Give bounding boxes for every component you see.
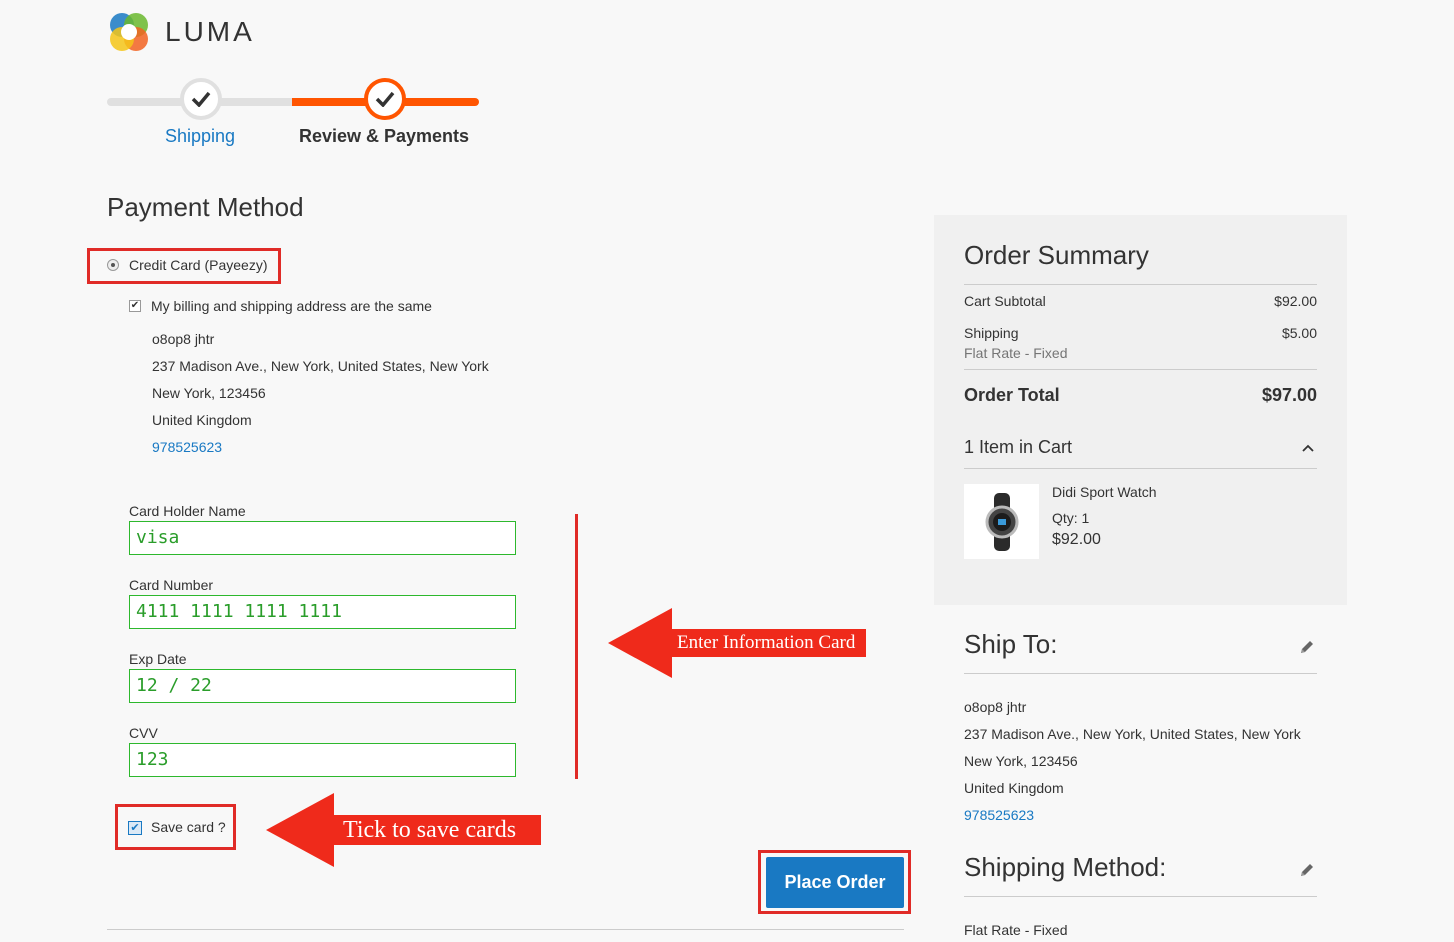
shipping-method-sub: Flat Rate - Fixed xyxy=(964,345,1068,361)
step-review-marker xyxy=(364,78,406,120)
divider xyxy=(964,284,1317,285)
order-total-value: $97.00 xyxy=(1261,385,1317,405)
chevron-up-icon xyxy=(1302,444,1314,452)
billing-phone-link[interactable]: 978525623 xyxy=(152,439,222,455)
billing-street: 237 Madison Ave., New York, United State… xyxy=(152,358,489,374)
ship-to-country: United Kingdom xyxy=(964,780,1064,796)
ship-to-name: o8op8 jhtr xyxy=(964,699,1027,715)
save-card-label[interactable]: Save card ? xyxy=(151,819,226,835)
items-in-cart-label: 1 Item in Cart xyxy=(964,437,1073,457)
edit-pencil-icon[interactable] xyxy=(1298,861,1316,879)
order-total-label: Order Total xyxy=(964,385,1060,405)
subtotal-value: $92.00 xyxy=(1274,293,1317,309)
check-icon xyxy=(191,91,211,107)
divider xyxy=(964,369,1317,370)
watch-image xyxy=(985,492,1018,551)
card-number-label: Card Number xyxy=(129,577,214,593)
credit-card-label[interactable]: Credit Card (Payeezy) xyxy=(129,257,268,273)
cvv-label: CVV xyxy=(129,725,158,741)
check-icon xyxy=(375,91,395,107)
payment-method-title: Payment Method xyxy=(107,192,304,222)
subtotal-label: Cart Subtotal xyxy=(964,293,1046,309)
step-review-label: Review & Payments xyxy=(298,126,470,146)
step-shipping-link[interactable]: Shipping xyxy=(145,126,255,147)
order-summary-title: Order Summary xyxy=(964,240,1149,270)
card-holder-input[interactable]: visa xyxy=(129,521,516,555)
cvv-input[interactable]: 123 xyxy=(129,743,516,777)
place-order-button[interactable]: Place Order xyxy=(766,857,904,908)
brand-name: LUMA xyxy=(165,16,255,47)
card-holder-label: Card Holder Name xyxy=(129,503,246,519)
divider xyxy=(964,896,1317,897)
luma-logo-icon xyxy=(110,13,148,51)
save-card-checkbox[interactable]: ✔ xyxy=(128,821,142,835)
shipping-value: $5.00 xyxy=(1281,325,1317,341)
ship-to-title: Ship To: xyxy=(964,629,1058,659)
exp-date-label: Exp Date xyxy=(129,651,187,667)
billing-same-label[interactable]: My billing and shipping address are the … xyxy=(151,298,432,314)
annotation-enter-info: Enter Information Card xyxy=(671,629,866,657)
ship-to-city: New York, 123456 xyxy=(964,753,1078,769)
annotation-tick-save: Tick to save cards xyxy=(333,815,541,845)
shipping-method-title: Shipping Method: xyxy=(964,852,1167,882)
billing-same-checkbox[interactable]: ✔ xyxy=(129,300,141,312)
billing-city: New York, 123456 xyxy=(152,385,266,401)
annotation-arrow-head xyxy=(266,793,334,867)
product-price: $92.00 xyxy=(1052,531,1101,548)
product-qty: Qty: 1 xyxy=(1052,510,1090,526)
order-total-row: Order Total $97.00 xyxy=(964,385,1317,406)
annotation-bracket-line xyxy=(575,514,578,779)
billing-name: o8op8 jhtr xyxy=(152,331,215,347)
items-in-cart-toggle[interactable]: 1 Item in Cart xyxy=(964,437,1317,458)
step-shipping-marker xyxy=(180,78,222,120)
card-number-input[interactable]: 4111 1111 1111 1111 xyxy=(129,595,516,629)
shipping-row: Shipping $5.00 xyxy=(964,325,1317,341)
product-thumbnail[interactable] xyxy=(964,484,1039,559)
divider xyxy=(107,929,904,930)
shipping-label: Shipping xyxy=(964,325,1019,341)
divider xyxy=(964,468,1317,469)
annotation-arrow-head xyxy=(608,608,672,678)
credit-card-radio[interactable] xyxy=(107,259,119,271)
ship-to-street: 237 Madison Ave., New York, United State… xyxy=(964,726,1301,742)
product-name: Didi Sport Watch xyxy=(1052,484,1157,500)
subtotal-row: Cart Subtotal $92.00 xyxy=(964,293,1317,309)
luma-logo[interactable]: LUMA xyxy=(107,10,255,54)
edit-pencil-icon[interactable] xyxy=(1298,638,1316,656)
divider xyxy=(964,673,1317,674)
exp-date-input[interactable]: 12 / 22 xyxy=(129,669,516,703)
billing-country: United Kingdom xyxy=(152,412,252,428)
ship-to-phone-link[interactable]: 978525623 xyxy=(964,807,1034,823)
shipping-method-value: Flat Rate - Fixed xyxy=(964,922,1068,938)
